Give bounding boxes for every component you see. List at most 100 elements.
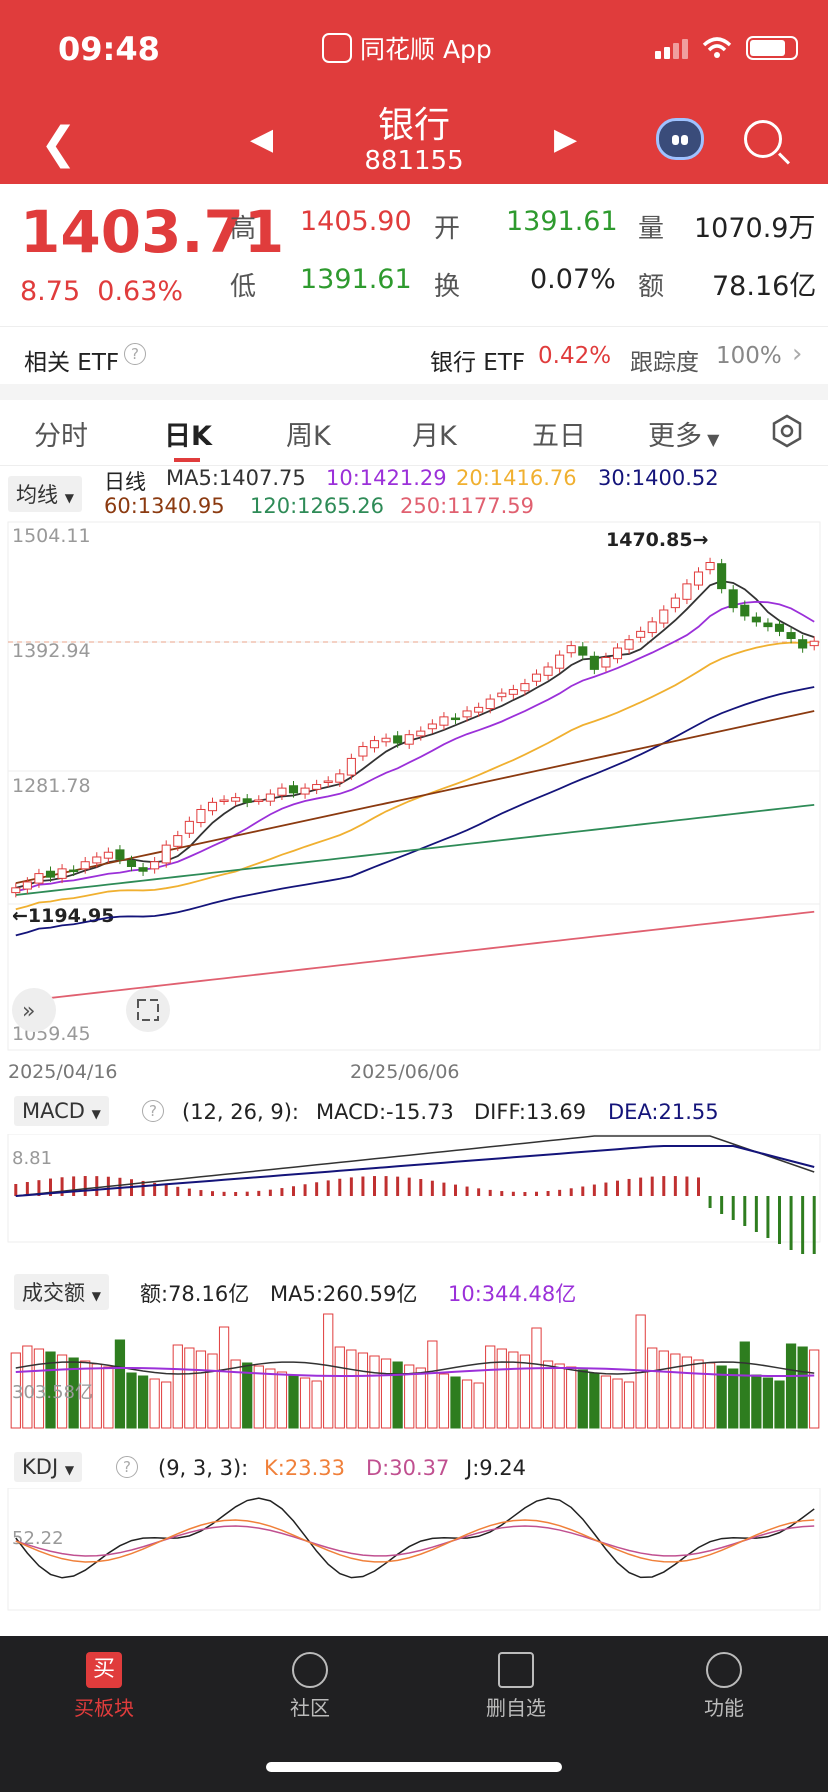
tab-monthly-k[interactable]: 月K bbox=[412, 414, 457, 453]
volume-value: 1070.9万 bbox=[694, 213, 816, 244]
candle bbox=[11, 887, 21, 894]
amount-selector[interactable]: 成交额 ▼ bbox=[14, 1274, 109, 1310]
macd-selector-label: MACD bbox=[22, 1099, 85, 1123]
nav-community[interactable]: 社区 bbox=[250, 1646, 370, 1721]
kdj-selector[interactable]: KDJ ▼ bbox=[14, 1452, 83, 1482]
amount-bar bbox=[519, 1354, 531, 1429]
candle bbox=[22, 881, 32, 890]
candle bbox=[439, 716, 449, 726]
ma-selector[interactable]: 均线 ▼ bbox=[8, 476, 82, 512]
price-change: 8.75 0.63% bbox=[20, 276, 183, 307]
candle bbox=[485, 698, 495, 710]
amount-bar bbox=[693, 1359, 704, 1429]
amount-bar bbox=[508, 1351, 519, 1429]
kline-chart[interactable]: 1504.11 1392.94 1281.78 1059.45 1470.85→… bbox=[0, 518, 828, 1088]
candle bbox=[728, 589, 738, 609]
ma-line bbox=[15, 910, 815, 1003]
amount-bar bbox=[531, 1327, 542, 1429]
candle bbox=[450, 717, 461, 721]
amount-bar bbox=[577, 1369, 588, 1429]
amount-bar bbox=[311, 1380, 322, 1429]
amount-bar bbox=[450, 1376, 461, 1429]
amount-bar bbox=[392, 1361, 403, 1429]
amount-bar bbox=[485, 1345, 496, 1429]
diff-value: DIFF:13.69 bbox=[474, 1100, 587, 1124]
robot-assistant-icon[interactable] bbox=[656, 118, 704, 160]
fullscreen-button[interactable] bbox=[126, 988, 170, 1032]
nav-functions[interactable]: 功能 bbox=[664, 1646, 784, 1721]
amount-chart: 303.58亿 bbox=[10, 1313, 820, 1429]
candle bbox=[543, 666, 553, 676]
amount-bar bbox=[496, 1348, 507, 1429]
amount-bar bbox=[137, 1375, 149, 1429]
track-value: 100% bbox=[716, 343, 782, 369]
tab-more[interactable]: 更多 ▼ bbox=[648, 414, 719, 453]
ma5-value: MA5:1407.75 bbox=[166, 466, 306, 490]
candle bbox=[566, 645, 576, 654]
candle bbox=[659, 609, 669, 624]
ma-selector-label: 均线 bbox=[16, 483, 58, 507]
turnover-value: 0.07% bbox=[530, 264, 616, 295]
ma-line bbox=[15, 641, 815, 911]
amount-bar bbox=[369, 1355, 380, 1429]
candle bbox=[346, 757, 356, 776]
candle bbox=[474, 706, 484, 713]
candle bbox=[92, 856, 102, 864]
help-icon[interactable]: ? bbox=[116, 1456, 138, 1478]
amount-bar bbox=[589, 1372, 600, 1429]
nav-remove-watchlist[interactable]: 删自选 bbox=[456, 1646, 576, 1721]
amount-bar bbox=[473, 1382, 484, 1429]
amount-bar bbox=[346, 1349, 357, 1429]
macd-panel: MACD ▼ ? (12, 26, 9): MACD:-15.73 DIFF:1… bbox=[0, 1090, 828, 1260]
ma-line bbox=[15, 600, 815, 893]
help-icon[interactable]: ? bbox=[124, 343, 146, 365]
candle bbox=[242, 798, 252, 803]
nav-remove-watchlist-label: 删自选 bbox=[486, 1696, 546, 1720]
amount-bar bbox=[797, 1346, 808, 1429]
candle bbox=[740, 604, 750, 617]
candle bbox=[508, 689, 518, 695]
candle bbox=[809, 640, 819, 647]
candle bbox=[103, 851, 113, 859]
macd-axis: 8.81 bbox=[12, 1148, 52, 1169]
search-icon[interactable] bbox=[744, 120, 782, 158]
chart-frame bbox=[7, 521, 821, 1051]
candle bbox=[751, 616, 761, 623]
ma60-value: 60:1340.95 bbox=[104, 494, 225, 518]
caret-down-icon: ▼ bbox=[64, 1463, 75, 1477]
candle bbox=[647, 621, 657, 634]
tab-weekly-k[interactable]: 周K bbox=[286, 414, 331, 453]
tab-intraday[interactable]: 分时 bbox=[34, 414, 88, 453]
amount-bar bbox=[323, 1313, 334, 1429]
macd-value: MACD:-15.73 bbox=[316, 1100, 454, 1124]
amount-bar bbox=[253, 1365, 264, 1429]
candle bbox=[335, 773, 345, 783]
candle bbox=[531, 673, 542, 682]
candle bbox=[601, 656, 611, 668]
track-label: 跟踪度 bbox=[630, 350, 699, 376]
macd-selector[interactable]: MACD ▼ bbox=[14, 1096, 109, 1126]
candle bbox=[497, 692, 507, 698]
help-icon[interactable]: ? bbox=[142, 1100, 164, 1122]
nav-buy-sector[interactable]: 买买板块 bbox=[44, 1646, 164, 1721]
amount-bar bbox=[207, 1353, 218, 1429]
settings-icon[interactable] bbox=[770, 414, 804, 448]
related-etf-row[interactable]: 相关 ETF ? 银行 ETF 0.42% 跟踪度 100% › bbox=[0, 326, 828, 384]
nav-functions-label: 功能 bbox=[704, 1696, 744, 1720]
y-tick-2: 1392.94 bbox=[12, 640, 91, 662]
ma-line bbox=[15, 803, 815, 896]
candle bbox=[786, 632, 796, 639]
candle bbox=[207, 801, 218, 812]
candle bbox=[69, 869, 79, 873]
amount-bar bbox=[172, 1344, 183, 1429]
next-stock-button[interactable]: ▶ bbox=[554, 122, 577, 157]
candle bbox=[34, 873, 44, 884]
tab-five-day[interactable]: 五日 bbox=[532, 414, 586, 453]
app-header: 09:48 同花顺 App ❮ ◀ 银行 881155 ▶ bbox=[0, 0, 828, 184]
amount-bar bbox=[103, 1366, 114, 1429]
ma-period: 日线 bbox=[104, 470, 146, 494]
status-icons bbox=[655, 36, 798, 60]
amount-bar bbox=[149, 1378, 160, 1429]
tab-daily-k[interactable]: 日K bbox=[164, 414, 212, 453]
candle bbox=[416, 730, 426, 737]
